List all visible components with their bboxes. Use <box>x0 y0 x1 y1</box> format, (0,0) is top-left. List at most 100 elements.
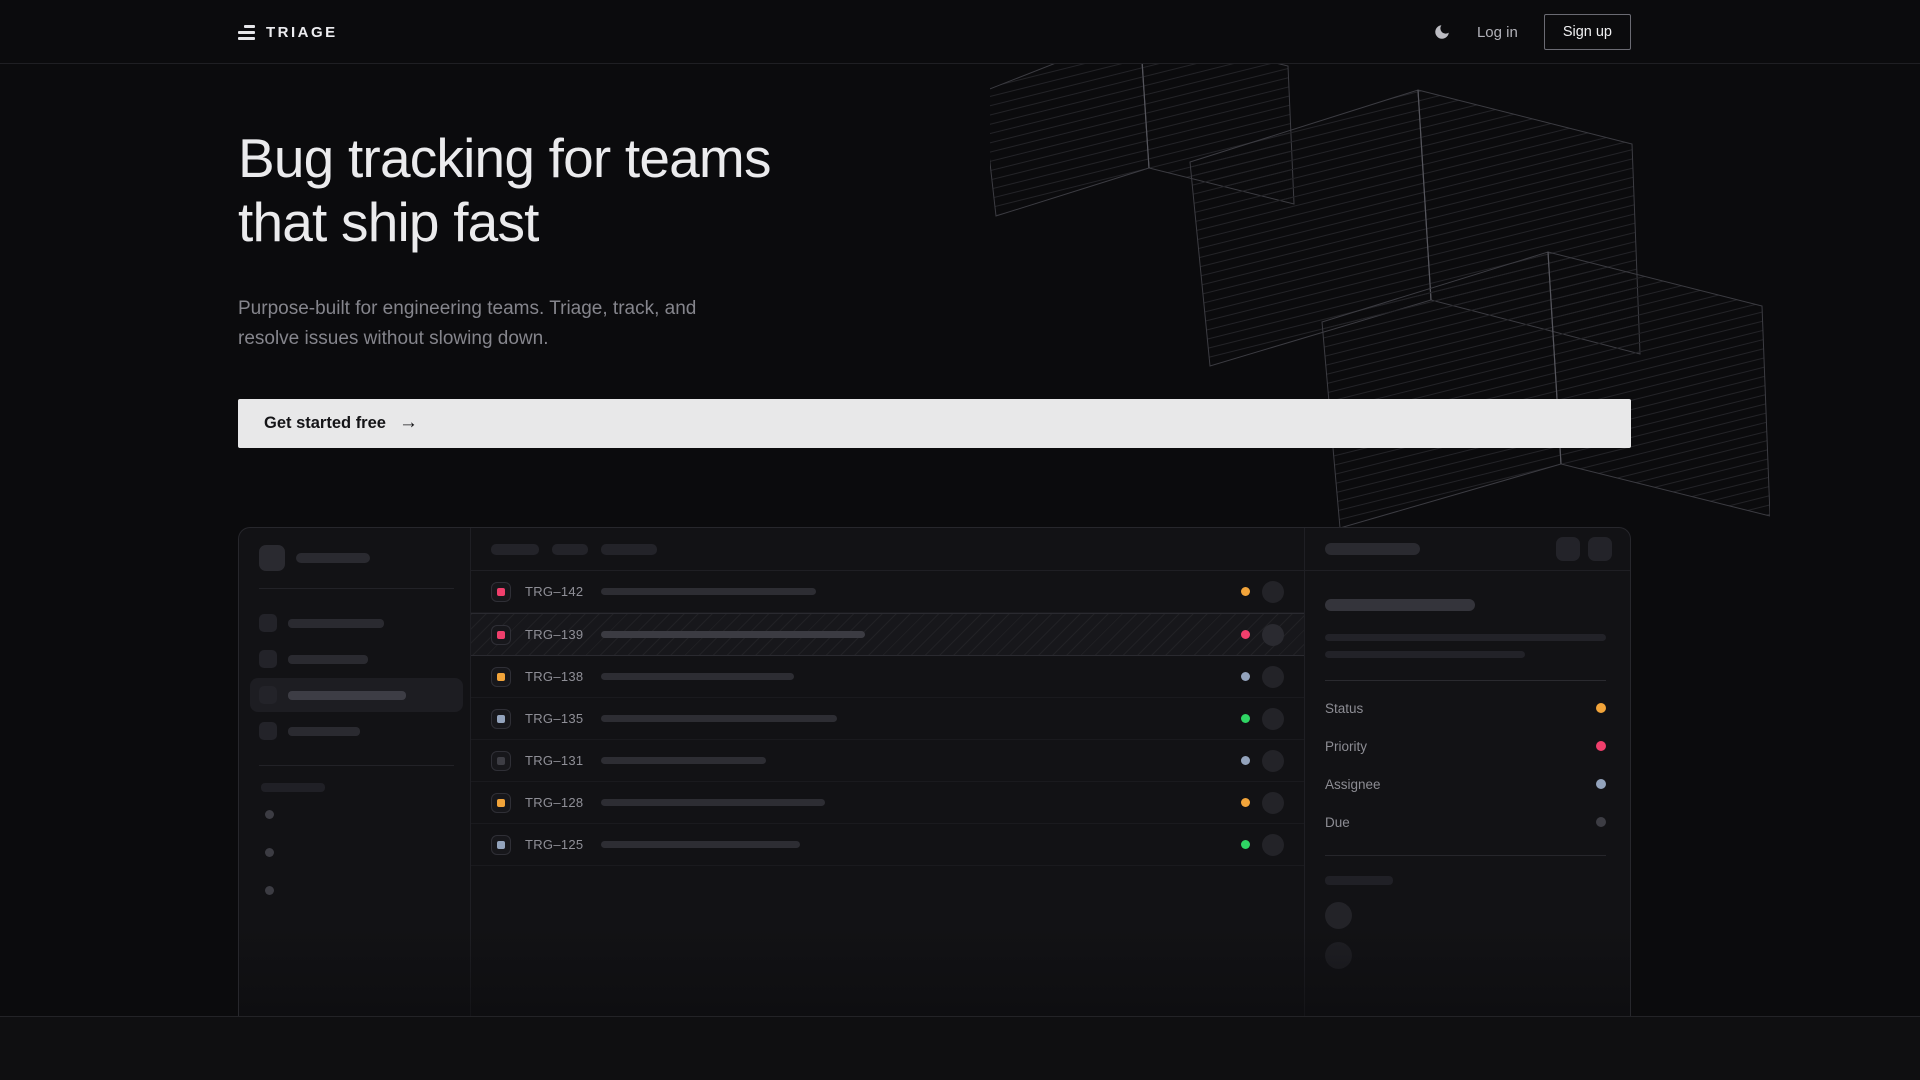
issue-status-dot <box>1241 756 1250 765</box>
issue-assignee-avatar <box>1262 666 1284 688</box>
sidebar-section-label-placeholder <box>261 783 325 792</box>
divider <box>1325 855 1606 856</box>
detail-panel-header <box>1305 528 1630 571</box>
issue-title-placeholder <box>601 799 825 806</box>
issue-assignee-avatar <box>1262 581 1284 603</box>
activity-section-label-placeholder <box>1325 876 1393 885</box>
mockup-sidebar <box>239 528 471 1016</box>
brand-name: TRIAGE <box>266 24 338 41</box>
issue-type-icon <box>491 709 511 729</box>
issue-type-icon <box>491 667 511 687</box>
sidebar-nav-item <box>250 714 463 748</box>
detail-field-label: Assignee <box>1325 777 1381 792</box>
detail-field-value-dot <box>1596 741 1606 751</box>
detail-panel-body: Status Priority Assignee Due <box>1305 571 1630 969</box>
site-header: TRIAGE Log in Sign up <box>0 0 1920 64</box>
issue-row: TRG–135 <box>471 698 1304 740</box>
issue-type-icon <box>491 751 511 771</box>
divider <box>259 588 454 589</box>
workspace-name-placeholder <box>296 553 370 563</box>
filter-pill-placeholder <box>552 544 588 555</box>
brand-logo[interactable]: TRIAGE <box>238 24 338 41</box>
issue-title-placeholder <box>601 588 816 595</box>
sidebar-nav-item <box>250 606 463 640</box>
detail-field: Status <box>1325 689 1606 727</box>
nav-icon <box>259 614 277 632</box>
issue-status-dot <box>1241 798 1250 807</box>
nav-label-placeholder <box>288 655 368 664</box>
issue-type-icon <box>491 625 511 645</box>
issue-list-toolbar <box>471 528 1304 571</box>
issue-status-dot <box>1241 840 1250 849</box>
issue-id: TRG–131 <box>525 753 589 768</box>
activity-avatar <box>1325 902 1352 929</box>
detail-field-value-dot <box>1596 779 1606 789</box>
detail-action-button <box>1588 537 1612 561</box>
issue-assignee-avatar <box>1262 834 1284 856</box>
detail-field: Priority <box>1325 727 1606 765</box>
detail-field-label: Due <box>1325 815 1350 830</box>
issue-status-dot <box>1241 672 1250 681</box>
issue-status-dot <box>1241 714 1250 723</box>
issue-id: TRG–142 <box>525 584 589 599</box>
sidebar-nav-item <box>250 642 463 676</box>
login-link[interactable]: Log in <box>1477 24 1518 41</box>
nav-icon <box>259 650 277 668</box>
filter-pill-placeholder <box>491 544 539 555</box>
divider <box>1325 680 1606 681</box>
detail-field-value-dot <box>1596 703 1606 713</box>
issue-assignee-avatar <box>1262 708 1284 730</box>
sidebar-list-dot <box>265 886 274 895</box>
sidebar-list-dot <box>265 848 274 857</box>
cta-label: Get started free <box>264 414 386 433</box>
issue-id: TRG–139 <box>525 627 589 642</box>
issue-status-dot <box>1241 587 1250 596</box>
workspace-avatar <box>259 545 285 571</box>
title-line-2: that ship fast <box>238 191 539 253</box>
issue-id: TRG–128 <box>525 795 589 810</box>
detail-field: Assignee <box>1325 765 1606 803</box>
detail-field-value-dot <box>1596 817 1606 827</box>
signup-button[interactable]: Sign up <box>1544 14 1631 50</box>
detail-fields: Status Priority Assignee Due <box>1325 689 1606 841</box>
issue-title-placeholder <box>601 757 766 764</box>
filter-pill-placeholder <box>601 544 657 555</box>
issue-detail-panel: Status Priority Assignee Due <box>1304 528 1630 1016</box>
nav-label-placeholder <box>288 619 384 628</box>
issue-status-dot <box>1241 630 1250 639</box>
next-section <box>0 1017 1920 1080</box>
issue-id: TRG–138 <box>525 669 589 684</box>
divider <box>259 765 454 766</box>
workspace-switcher <box>259 545 454 571</box>
issue-type-icon <box>491 793 511 813</box>
activity-avatar <box>1325 942 1352 969</box>
nav-label-placeholder <box>288 691 406 700</box>
sidebar-nav-item-active <box>250 678 463 712</box>
detail-field: Due <box>1325 803 1606 841</box>
nav-label-placeholder <box>288 727 360 736</box>
detail-description-placeholder <box>1325 634 1606 641</box>
theme-toggle-button[interactable] <box>1433 23 1451 41</box>
page-title: Bug tracking for teams that ship fast <box>238 126 1631 254</box>
issue-assignee-avatar <box>1262 792 1284 814</box>
arrow-right-icon: → <box>399 413 418 432</box>
issue-title-placeholder <box>601 673 794 680</box>
detail-title-placeholder <box>1325 599 1475 611</box>
app-preview-mockup: TRG–142 TRG–139 TRG–138 TRG–135 TRG–131 <box>238 527 1631 1016</box>
issue-title-placeholder <box>601 715 837 722</box>
issue-row: TRG–131 <box>471 740 1304 782</box>
sidebar-list-dot <box>265 810 274 819</box>
hero-subtitle: Purpose-built for engineering teams. Tri… <box>238 294 712 354</box>
issue-row: TRG–138 <box>471 656 1304 698</box>
issue-row: TRG–139 <box>471 613 1304 656</box>
issue-assignee-avatar <box>1262 750 1284 772</box>
issue-title-placeholder <box>601 841 800 848</box>
nav-icon <box>259 722 277 740</box>
issue-title-placeholder <box>601 631 865 638</box>
title-line-1: Bug tracking for teams <box>238 127 771 189</box>
get-started-button[interactable]: Get started free → <box>238 399 1631 448</box>
detail-field-label: Priority <box>1325 739 1367 754</box>
issue-row: TRG–128 <box>471 782 1304 824</box>
issue-type-icon <box>491 582 511 602</box>
nav-icon <box>259 686 277 704</box>
